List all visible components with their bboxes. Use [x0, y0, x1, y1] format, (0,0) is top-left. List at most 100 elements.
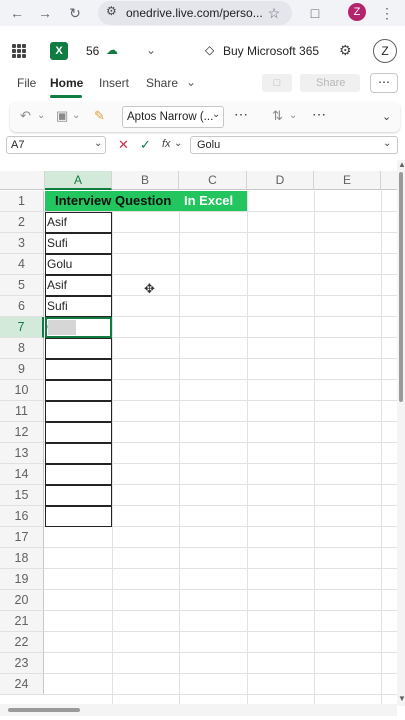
user-avatar[interactable]: Z [373, 39, 397, 63]
row-header[interactable]: 6 [0, 296, 44, 317]
tab-file[interactable]: File [17, 76, 36, 90]
column-header-d[interactable]: D [247, 171, 314, 190]
excel-header: X 56 ☁ ⌄ ◇ Buy Microsoft 365 ⚙ Z [0, 36, 405, 66]
row-header[interactable]: 23 [0, 653, 44, 674]
format-painter-icon[interactable]: ✎ [94, 108, 105, 124]
row-header[interactable]: 3 [0, 233, 44, 254]
formula-input[interactable]: Golu [190, 136, 398, 154]
paste-chevron-icon[interactable]: ⌄ [72, 110, 80, 121]
bordered-cell[interactable] [45, 485, 112, 506]
grid-line [44, 568, 397, 569]
grid-line [314, 191, 315, 706]
formula-value: Golu [197, 139, 221, 151]
grid-line [44, 673, 397, 674]
row-header[interactable]: 17 [0, 527, 44, 548]
row-header[interactable]: 11 [0, 401, 44, 422]
paste-clipboard-icon[interactable]: ▣ [56, 108, 68, 124]
row-header[interactable]: 22 [0, 632, 44, 653]
horizontal-scroll-thumb[interactable] [8, 708, 80, 712]
back-arrow-icon[interactable]: ← [8, 4, 26, 22]
formula-bar: A7 ⌄ ✕ ✓ fx ⌄ Golu ⌄ [0, 136, 405, 156]
column-header-e[interactable]: E [314, 171, 381, 190]
row-header[interactable]: 8 [0, 338, 44, 359]
buy-m365-link[interactable]: Buy Microsoft 365 [223, 44, 319, 58]
more-options-button[interactable]: ⋯ [370, 73, 398, 93]
tab-home[interactable]: Home [50, 76, 83, 90]
title-cell-a1[interactable]: Interview Question In Excel [45, 191, 247, 211]
insert-function-icon[interactable]: fx [162, 138, 171, 150]
comments-icon[interactable]: □ [262, 74, 292, 92]
bordered-cell[interactable] [45, 464, 112, 485]
forward-arrow-icon[interactable]: → [36, 4, 54, 22]
scroll-down-arrow-icon[interactable]: ▼ [398, 694, 405, 703]
cell-a2[interactable]: Asif [45, 212, 112, 233]
row-header[interactable]: 16 [0, 506, 44, 527]
font-name-dropdown[interactable]: Aptos Narrow (... [122, 106, 224, 128]
extensions-icon[interactable]: □ [306, 4, 324, 22]
tab-insert[interactable]: Insert [99, 76, 129, 90]
spreadsheet-grid[interactable]: A B C D E 1 2 3 4 5 6 7 8 9 10 11 12 13 14 15 16 17 18 19 2… [0, 171, 397, 706]
name-box[interactable]: A7 [6, 136, 106, 154]
chevron-down-icon[interactable]: ⌄ [146, 43, 156, 57]
row-header[interactable]: 14 [0, 464, 44, 485]
cell-a4[interactable]: Golu [45, 254, 112, 275]
row-header[interactable]: 20 [0, 590, 44, 611]
row-header[interactable]: 13 [0, 443, 44, 464]
row-header[interactable]: 1 [0, 191, 44, 212]
bordered-cell[interactable] [45, 443, 112, 464]
bordered-cell[interactable] [45, 401, 112, 422]
row-header[interactable]: 10 [0, 380, 44, 401]
bordered-cell[interactable] [45, 422, 112, 443]
fx-chevron-icon[interactable]: ⌄ [174, 138, 182, 149]
tabs-overflow-chevron-icon[interactable]: ⌄ [186, 75, 196, 89]
undo-chevron-icon[interactable]: ⌄ [37, 110, 45, 121]
bordered-cell[interactable] [45, 506, 112, 527]
name-box-chevron-icon[interactable]: ⌄ [94, 138, 102, 149]
browser-toolbar: ← → ↻ ⚙ onedrive.live.com/perso... □ ☆ Z… [0, 0, 405, 26]
row-header[interactable]: 15 [0, 485, 44, 506]
overflow-dots-icon[interactable]: ⋯ [234, 106, 248, 123]
more-commands-icon[interactable]: ⋯ [312, 106, 326, 123]
bordered-cell[interactable] [45, 380, 112, 401]
bordered-cell[interactable] [45, 359, 112, 380]
enter-check-icon[interactable]: ✓ [140, 137, 151, 153]
row-header[interactable]: 4 [0, 254, 44, 275]
site-settings-icon[interactable]: ⚙ [106, 4, 117, 18]
profile-avatar[interactable]: Z [348, 3, 366, 21]
more-vert-icon[interactable]: ⋮ [378, 4, 396, 22]
cancel-x-icon[interactable]: ✕ [118, 137, 129, 153]
select-all-corner[interactable] [0, 171, 45, 190]
row-header[interactable]: 5 [0, 275, 44, 296]
address-bar[interactable]: ⚙ onedrive.live.com/perso... [98, 1, 292, 25]
font-chevron-icon[interactable]: ⌄ [212, 109, 220, 120]
sort-chevron-icon[interactable]: ⌄ [289, 110, 297, 121]
reload-icon[interactable]: ↻ [66, 4, 84, 22]
tab-share[interactable]: Share [146, 76, 178, 90]
column-header-a[interactable]: A [45, 171, 112, 190]
settings-gear-icon[interactable]: ⚙ [339, 42, 352, 59]
column-header-c[interactable]: C [179, 171, 247, 190]
row-header[interactable]: 19 [0, 569, 44, 590]
share-button[interactable]: Share [300, 74, 360, 92]
app-launcher-icon[interactable] [12, 44, 26, 58]
cell-a3[interactable]: Sufi [45, 233, 112, 254]
expand-formula-chevron-icon[interactable]: ⌄ [383, 138, 391, 149]
row-header[interactable]: 18 [0, 548, 44, 569]
expand-ribbon-chevron-icon[interactable]: ⌄ [382, 110, 391, 123]
cell-a6[interactable]: Sufi [45, 296, 112, 317]
bookmark-star-icon[interactable]: ☆ [265, 4, 283, 22]
vertical-scroll-thumb[interactable] [399, 172, 403, 402]
row-header[interactable]: 9 [0, 359, 44, 380]
cell-a5[interactable]: Asif [45, 275, 112, 296]
undo-icon[interactable]: ↶ [20, 108, 31, 124]
column-header-f-partial[interactable] [381, 171, 397, 190]
row-header[interactable]: 12 [0, 422, 44, 443]
column-header-b[interactable]: B [112, 171, 179, 190]
scroll-up-arrow-icon[interactable]: ▲ [398, 160, 405, 169]
bordered-cell[interactable] [45, 338, 112, 359]
row-header[interactable]: 2 [0, 212, 44, 233]
row-header[interactable]: 24 [0, 674, 44, 695]
row-header[interactable]: 21 [0, 611, 44, 632]
row-header[interactable]: 7 [0, 317, 44, 338]
sort-filter-icon[interactable]: ⇅ [272, 108, 283, 124]
